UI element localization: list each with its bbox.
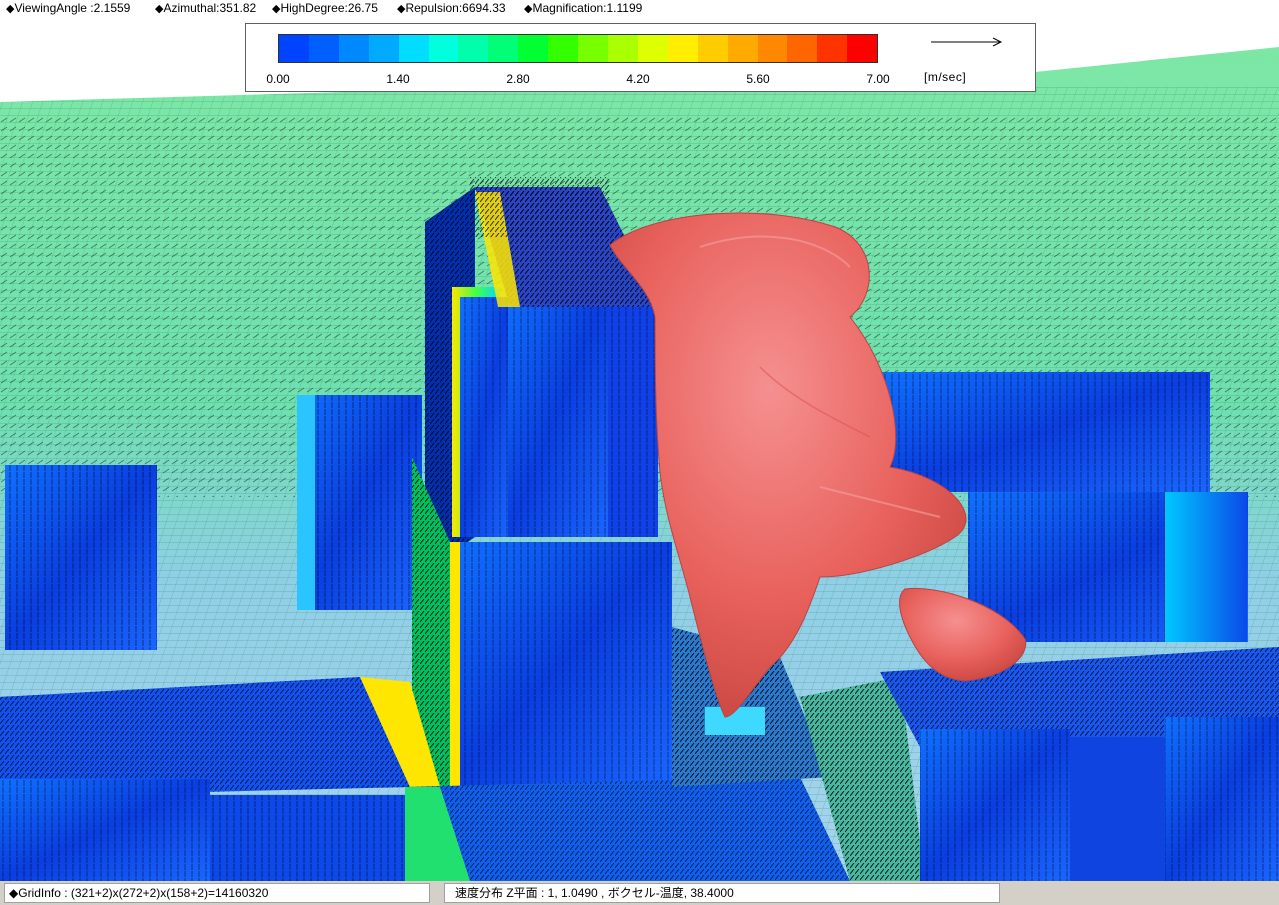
legend-swatch-19 <box>847 35 878 62</box>
high-degree-readout: ◆HighDegree:26.75 <box>272 1 378 15</box>
building-back-left <box>297 395 422 610</box>
magnification-readout: ◆Magnification:1.1199 <box>524 1 643 15</box>
legend-swatch-18 <box>817 35 848 62</box>
field-info-pane: 速度分布 Z平面 : 1, 1.0490 , ボクセル-温度, 38.4000 <box>444 883 1000 903</box>
unit-label: [m/sec] <box>924 70 967 84</box>
roof-vector-cluster <box>470 177 610 237</box>
legend-swatch-5 <box>428 35 459 62</box>
legend-swatch-4 <box>398 35 429 62</box>
legend-swatch-9 <box>548 35 579 62</box>
legend-swatch-1 <box>308 35 339 62</box>
building-far-left <box>5 465 157 650</box>
legend-swatch-8 <box>518 35 549 62</box>
legend-swatch-17 <box>787 35 818 62</box>
status-bar: ◆GridInfo : (321+2)x(272+2)x(158+2)=1416… <box>0 881 1279 905</box>
legend-swatch-2 <box>338 35 369 62</box>
color-scale-bar <box>278 34 878 63</box>
legend-swatch-15 <box>727 35 758 62</box>
legend-swatch-7 <box>488 35 519 62</box>
legend-tick: 2.80 <box>506 72 530 86</box>
legend-swatch-10 <box>578 35 608 62</box>
simulation-viewport[interactable] <box>0 17 1279 881</box>
legend-tick: 0.00 <box>266 72 290 86</box>
azimuthal-readout: ◆Azimuthal:351.82 <box>155 1 257 15</box>
viewing-angle-readout: ◆ViewingAngle :2.1559 <box>6 1 131 15</box>
legend-tick: 1.40 <box>386 72 410 86</box>
legend-tick: 5.60 <box>746 72 770 86</box>
legend-swatch-11 <box>607 35 638 62</box>
legend-swatch-16 <box>757 35 788 62</box>
view-parameters-bar: ◆ViewingAngle :2.1559 ◆Azimuthal:351.82 … <box>0 0 1279 17</box>
velocity-color-legend: 0.00 1.40 2.80 4.20 5.60 7.00 [m/sec] <box>245 23 1036 92</box>
reference-vector-arrow-icon <box>931 37 1003 47</box>
building-front-left <box>0 677 440 881</box>
legend-swatch-14 <box>697 35 728 62</box>
legend-swatch-6 <box>458 35 489 62</box>
legend-tick: 7.00 <box>866 72 890 86</box>
grid-info-pane: ◆GridInfo : (321+2)x(272+2)x(158+2)=1416… <box>4 883 430 903</box>
legend-swatch-3 <box>368 35 399 62</box>
cfd-visualization <box>0 17 1279 881</box>
building-front-center <box>405 777 850 881</box>
repulsion-readout: ◆Repulsion:6694.33 <box>397 1 506 15</box>
legend-swatch-12 <box>637 35 668 62</box>
legend-tick: 4.20 <box>626 72 650 86</box>
building-front-right <box>880 647 1279 881</box>
legend-swatch-13 <box>667 35 698 62</box>
legend-swatch-0 <box>279 35 309 62</box>
